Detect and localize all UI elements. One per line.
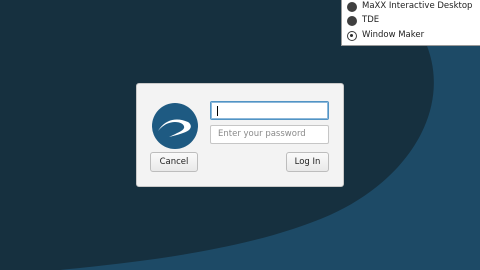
session-item-label: Window Maker xyxy=(362,30,425,40)
login-dialog: Enter your password Cancel Log In xyxy=(136,83,344,187)
login-button[interactable]: Log In xyxy=(286,152,329,172)
session-item-label: MaXX Interactive Desktop xyxy=(362,1,473,11)
session-item-maxx[interactable]: MaXX Interactive Desktop xyxy=(342,0,480,15)
password-placeholder: Enter your password xyxy=(218,129,306,139)
password-input[interactable]: Enter your password xyxy=(210,125,329,144)
session-menu: MaXX Interactive Desktop TDE Window Make… xyxy=(341,0,480,46)
session-item-label: TDE xyxy=(362,15,380,25)
session-item-tde[interactable]: TDE xyxy=(342,14,480,29)
radio-unchecked-icon[interactable] xyxy=(347,16,357,26)
radio-checked-icon[interactable] xyxy=(347,31,357,41)
username-input[interactable] xyxy=(210,101,329,120)
text-caret xyxy=(217,106,218,116)
radio-unchecked-icon[interactable] xyxy=(347,2,357,12)
swoosh-logo-icon xyxy=(152,103,198,149)
session-item-window-maker[interactable]: Window Maker xyxy=(342,29,480,44)
cancel-button[interactable]: Cancel xyxy=(150,152,198,172)
